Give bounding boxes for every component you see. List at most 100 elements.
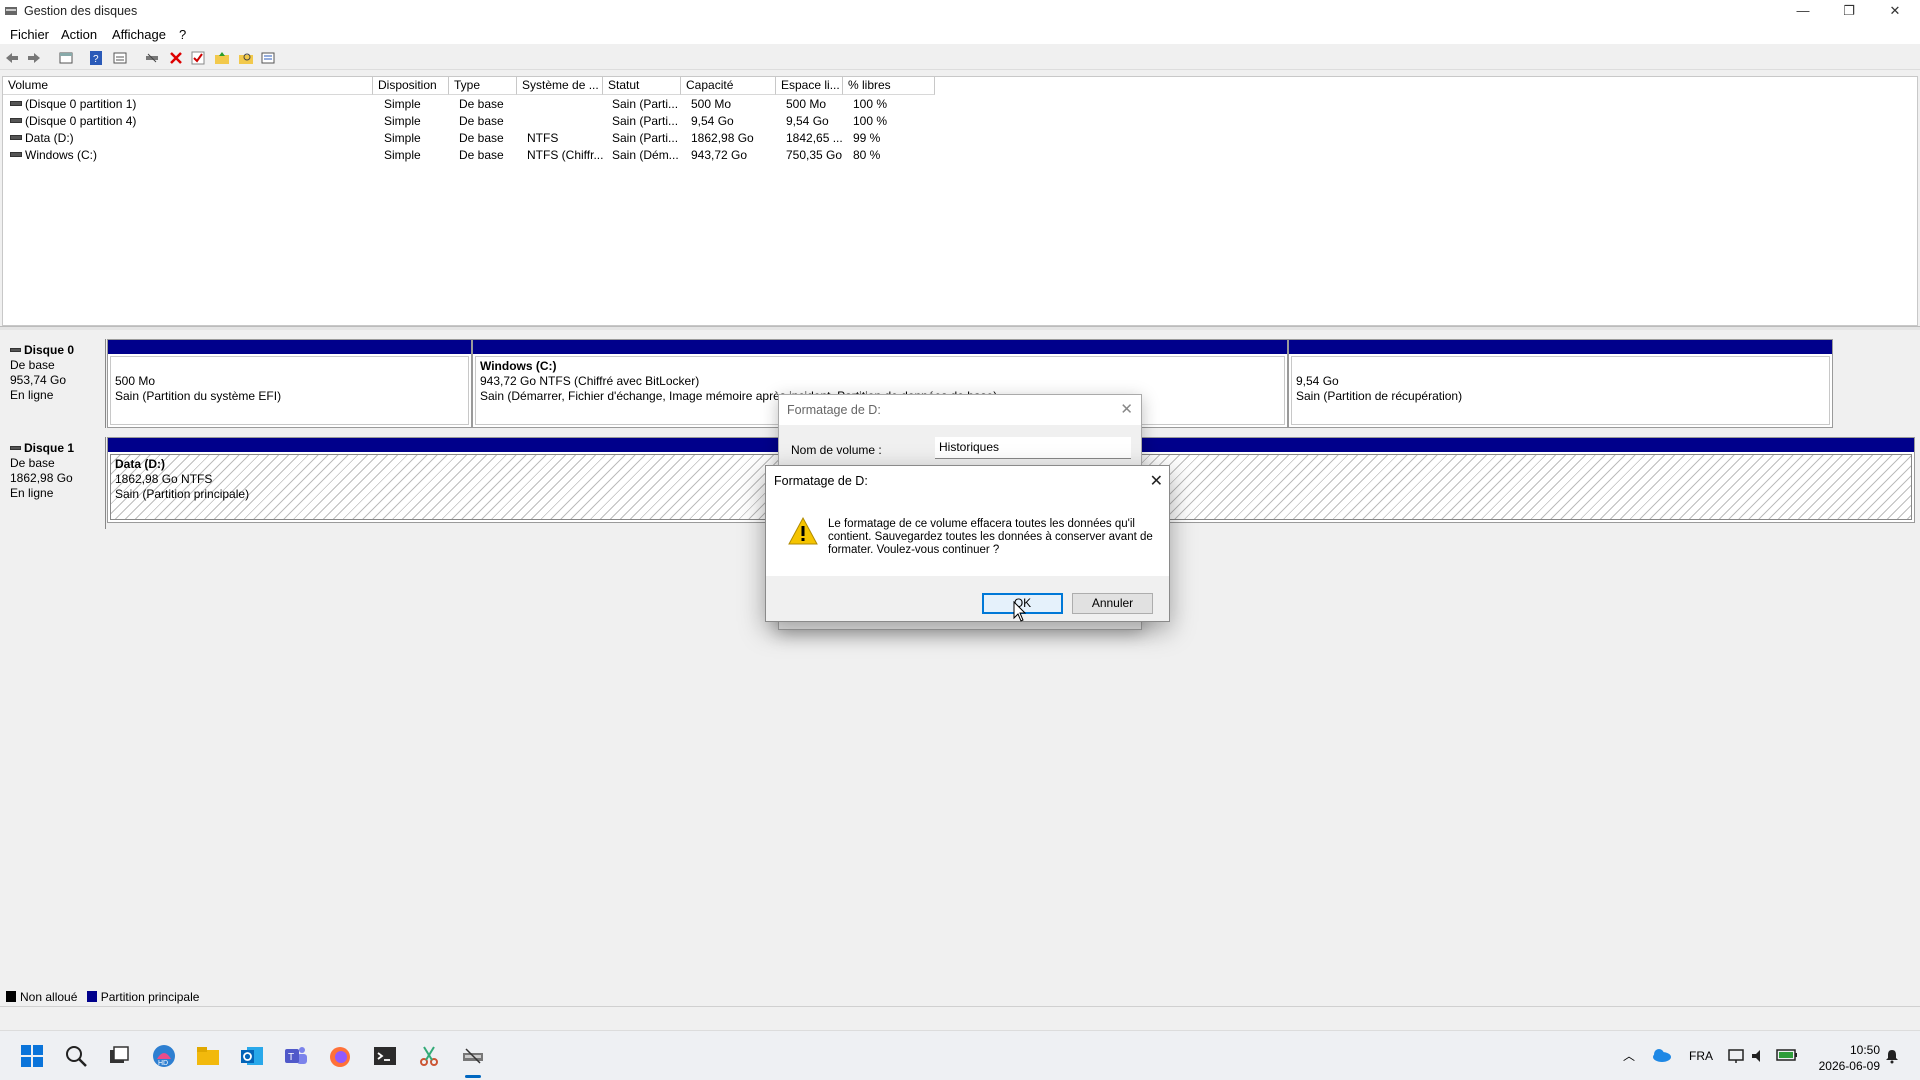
teams-icon[interactable]: T [283, 1043, 309, 1069]
cell-status: Sain (Parti... [612, 114, 679, 128]
volume-list: Volume Disposition Type Système de ... S… [2, 76, 1918, 326]
chevron-up-icon[interactable]: ︿ [1623, 1047, 1635, 1064]
legend-unallocated: Non alloué [20, 990, 78, 1004]
language-indicator[interactable]: FRA [1689, 1049, 1713, 1063]
outlook-icon[interactable] [239, 1043, 265, 1069]
confirm-message: Le formatage de ce volume effacera toute… [828, 518, 1153, 556]
cell-percent-free: 100 % [853, 114, 888, 128]
cell-type: De base [459, 97, 504, 111]
partition-size: 943,72 Go NTFS (Chiffré avec BitLocker) [480, 374, 700, 388]
table-row[interactable]: Data (D:) [5, 130, 373, 147]
search-icon[interactable] [63, 1043, 89, 1069]
cell-free-space: 1842,65 ... [786, 131, 843, 145]
table-row[interactable]: Windows (C:) [5, 147, 373, 164]
mouse-cursor-icon [1013, 601, 1027, 622]
notification-icon[interactable] [1884, 1048, 1900, 1064]
forward-arrow-icon[interactable] [26, 50, 42, 66]
partition-efi[interactable]: 500 Mo Sain (Partition du système EFI) [107, 339, 472, 428]
legend-unallocated-swatch [6, 991, 16, 1002]
column-header-disposition[interactable]: Disposition [373, 77, 449, 95]
cell-filesystem [522, 113, 603, 130]
partition-title: Windows (C:) [480, 359, 557, 373]
cell-capacity: 1862,98 Go [691, 131, 754, 145]
menu-fichier[interactable]: Fichier [10, 27, 49, 42]
cell-status: Sain (Dém... [612, 148, 679, 162]
cell-capacity: 9,54 Go [691, 114, 734, 128]
battery-icon[interactable] [1776, 1048, 1798, 1062]
properties-icon[interactable] [112, 50, 128, 66]
firefox-icon[interactable] [327, 1043, 353, 1069]
partition-bar [473, 340, 1287, 354]
delete-icon[interactable] [168, 50, 184, 66]
network-icon[interactable] [1727, 1047, 1745, 1065]
menu-affichage[interactable]: Affichage [112, 27, 166, 42]
disk-1-header[interactable]: Disque 1 De base 1862,98 Go En ligne [2, 437, 106, 529]
window-title: Gestion des disques [24, 4, 138, 18]
file-explorer-icon[interactable] [195, 1043, 221, 1069]
cell-volume: (Disque 0 partition 1) [25, 97, 137, 111]
check-icon[interactable] [190, 50, 206, 66]
terminal-icon[interactable] [372, 1043, 398, 1069]
column-header-filesystem[interactable]: Système de ... [517, 77, 603, 95]
format-dialog-title: Formatage de D: [787, 403, 881, 417]
task-view-icon[interactable] [106, 1043, 132, 1069]
start-icon[interactable] [19, 1043, 45, 1069]
warning-icon [788, 516, 818, 545]
copilot-icon[interactable]: HD [151, 1043, 177, 1069]
restore-button[interactable]: ❐ [1826, 0, 1872, 24]
partition-bar [1289, 340, 1832, 354]
close-icon[interactable]: ✕ [1150, 471, 1163, 491]
column-header-percent-free[interactable]: % libres [843, 77, 935, 95]
cell-disposition: Simple [384, 114, 421, 128]
column-header-status[interactable]: Statut [603, 77, 681, 95]
format-dialog-titlebar: Formatage de D: ✕ [779, 395, 1141, 425]
column-header-type[interactable]: Type [449, 77, 517, 95]
minimize-button[interactable]: — [1780, 0, 1826, 24]
partition-recovery[interactable]: 9,54 Go Sain (Partition de récupération) [1288, 339, 1833, 428]
help-icon[interactable]: ? [88, 50, 104, 66]
disk-0-header[interactable]: Disque 0 De base 953,74 Go En ligne [2, 339, 106, 428]
connect-disk-icon[interactable] [144, 50, 160, 66]
legend-primary: Partition principale [100, 990, 200, 1004]
list-view-icon[interactable] [260, 50, 276, 66]
column-header-capacity[interactable]: Capacité [681, 77, 776, 95]
table-row[interactable]: (Disque 0 partition 4) [5, 113, 373, 130]
cell-free-space: 500 Mo [786, 97, 827, 111]
cell-disposition: Simple [384, 131, 421, 145]
disk-0-name: Disque 0 [24, 343, 75, 357]
console-tree-icon[interactable] [58, 50, 74, 66]
menu-bar: Fichier Action Affichage ? [0, 24, 1920, 44]
disk-1-status: En ligne [10, 486, 54, 500]
partition-title [1296, 359, 1825, 374]
clock[interactable]: 10:50 2026-06-09 [1819, 1042, 1880, 1074]
close-icon[interactable]: ✕ [1120, 400, 1133, 418]
menu-help[interactable]: ? [179, 27, 186, 42]
search-folder-icon[interactable] [238, 50, 254, 66]
partition-details: 500 Mo Sain (Partition du système EFI) [110, 356, 469, 425]
onedrive-icon[interactable] [1650, 1045, 1672, 1065]
title-bar: Gestion des disques — ❐ ✕ [0, 0, 1920, 24]
cell-type: De base [459, 148, 504, 162]
toolbar: ? [0, 46, 1920, 70]
svg-text:T: T [288, 1052, 294, 1063]
table-row[interactable]: (Disque 0 partition 1) [5, 96, 373, 113]
menu-action[interactable]: Action [61, 27, 97, 42]
cell-filesystem: NTFS (Chiffr... [527, 148, 603, 162]
confirm-dialog-body: Le formatage de ce volume effacera toute… [766, 496, 1169, 576]
volume-drive-icon [10, 118, 22, 123]
volume-icon[interactable] [1750, 1047, 1768, 1065]
volume-name-input[interactable]: Historiques [935, 437, 1131, 459]
cell-free-space: 9,54 Go [786, 114, 829, 128]
svg-text:HD: HD [158, 1060, 168, 1067]
cancel-button[interactable]: Annuler [1072, 593, 1153, 614]
cell-percent-free: 80 % [853, 148, 881, 162]
snipping-tool-icon[interactable] [416, 1043, 442, 1069]
disk-management-icon[interactable] [460, 1043, 486, 1069]
column-header-free-space[interactable]: Espace li... [776, 77, 843, 95]
clock-time: 10:50 [1849, 1043, 1880, 1057]
close-button[interactable]: ✕ [1872, 0, 1918, 24]
column-header-volume[interactable]: Volume [3, 77, 373, 95]
back-arrow-icon[interactable] [4, 50, 20, 66]
folder-up-icon[interactable] [214, 50, 230, 66]
partition-title [115, 359, 464, 374]
